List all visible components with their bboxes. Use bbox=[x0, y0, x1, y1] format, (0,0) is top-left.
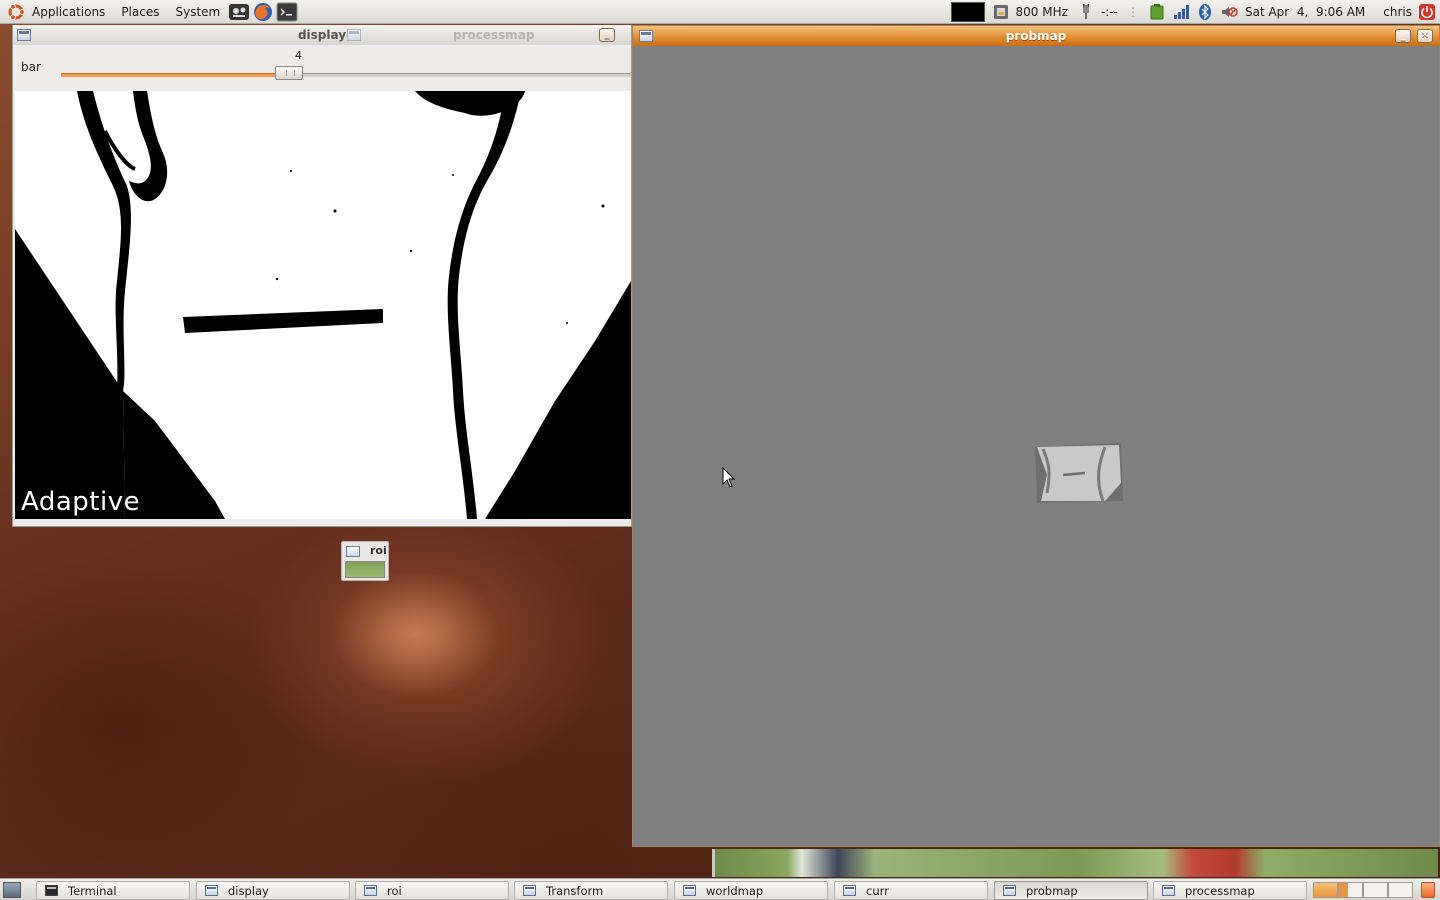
display-window: display processmap _ bar 4 Adaptive bbox=[12, 25, 632, 527]
taskbar-button-probmap[interactable]: probmap bbox=[994, 881, 1148, 900]
terminal-launcher-icon[interactable] bbox=[276, 1, 298, 23]
probmap-titlebar[interactable]: probmap _ ✕ bbox=[633, 26, 1439, 46]
window-icon bbox=[523, 885, 536, 896]
tray-separator: ⋮ bbox=[1126, 5, 1139, 19]
roi-label: roi bbox=[370, 544, 387, 557]
window-icon bbox=[843, 885, 856, 896]
trackbar-slider-handle[interactable] bbox=[275, 66, 303, 80]
power-plug-icon[interactable] bbox=[1071, 0, 1098, 24]
processmap-stacked-title[interactable]: processmap bbox=[347, 25, 617, 45]
battery-status-label: -:-- bbox=[1100, 5, 1118, 19]
show-desktop-icon[interactable] bbox=[3, 882, 21, 898]
probmap-window: probmap _ ✕ bbox=[632, 25, 1440, 847]
probmap-image-canvas bbox=[635, 46, 1437, 846]
menu-places[interactable]: Places bbox=[111, 0, 165, 24]
window-menu-icon[interactable] bbox=[639, 30, 653, 42]
roi-thumbnail bbox=[345, 561, 385, 578]
taskbar-button-label: Transform bbox=[546, 883, 604, 898]
probmap-window-title: probmap bbox=[1005, 29, 1067, 43]
display-titlebar[interactable]: display processmap _ bbox=[13, 25, 631, 45]
window-menu-icon bbox=[347, 29, 361, 41]
ubuntu-logo-icon[interactable] bbox=[6, 2, 26, 22]
display-image-canvas: Adaptive bbox=[15, 91, 631, 519]
volume-muted-icon[interactable] bbox=[1217, 0, 1241, 24]
menu-applications[interactable]: Applications bbox=[26, 0, 111, 24]
probmap-region bbox=[1035, 443, 1123, 503]
firefox-launcher-icon[interactable] bbox=[252, 1, 274, 23]
workspace-4[interactable] bbox=[1388, 882, 1413, 898]
taskbar-button-worldmap[interactable]: worldmap bbox=[674, 881, 828, 900]
window-icon bbox=[205, 885, 218, 896]
workspace-1[interactable] bbox=[1313, 882, 1338, 898]
taskbar-button-processmap[interactable]: processmap bbox=[1153, 881, 1307, 900]
taskbar-button-terminal[interactable]: Terminal bbox=[36, 881, 190, 900]
battery-icon[interactable] bbox=[1145, 0, 1169, 24]
system-tray: 800 MHz -:-- ⋮ Sat Apr 4, 9:06 AM chris bbox=[950, 0, 1440, 24]
workspace-2[interactable] bbox=[1338, 882, 1363, 898]
mouse-cursor-icon bbox=[722, 467, 736, 488]
workspace-3[interactable] bbox=[1363, 882, 1388, 898]
taskbar-button-display[interactable]: display bbox=[196, 881, 350, 900]
trash-icon[interactable] bbox=[1421, 882, 1435, 898]
terminal-icon bbox=[45, 885, 58, 896]
trackbar-label: bar bbox=[21, 60, 41, 74]
menu-system[interactable]: System bbox=[165, 0, 226, 24]
adaptive-threshold-image bbox=[15, 91, 631, 519]
taskbar-button-label: processmap bbox=[1185, 883, 1255, 898]
user-name[interactable]: chris bbox=[1373, 0, 1415, 24]
bluetooth-icon[interactable] bbox=[1193, 0, 1217, 24]
gimp-launcher-icon[interactable] bbox=[228, 1, 250, 23]
trackbar-fill bbox=[61, 73, 289, 77]
taskbar-button-label: display bbox=[228, 883, 269, 898]
trackbar-value: 4 bbox=[295, 49, 302, 62]
taskbar-button-transform[interactable]: Transform bbox=[514, 881, 668, 900]
taskbar-button-label: roi bbox=[387, 883, 402, 898]
cpu-freq-icon[interactable] bbox=[989, 0, 1013, 24]
clock[interactable]: Sat Apr 4, 9:06 AM bbox=[1241, 0, 1373, 24]
overlay-label: Adaptive bbox=[21, 487, 141, 517]
bottom-taskbar: Terminal display roi Transform worldmap curr p… bbox=[0, 878, 1440, 900]
taskbar-button-label: worldmap bbox=[706, 883, 764, 898]
window-menu-icon bbox=[346, 546, 360, 557]
window-icon bbox=[1162, 885, 1175, 896]
taskbar-button-label: probmap bbox=[1026, 883, 1078, 898]
tray-black-applet[interactable] bbox=[950, 2, 985, 22]
taskbar-button-curr[interactable]: curr bbox=[834, 881, 988, 900]
shutdown-icon[interactable] bbox=[1415, 0, 1440, 24]
cpu-freq-label: 800 MHz bbox=[1015, 5, 1068, 19]
window-icon bbox=[1003, 885, 1016, 896]
wireless-signal-icon[interactable] bbox=[1169, 0, 1193, 24]
workspace-switcher[interactable] bbox=[1313, 882, 1413, 898]
taskbar-button-label: curr bbox=[866, 883, 889, 898]
processmap-title-text: processmap bbox=[453, 28, 535, 42]
roi-minimized-window[interactable]: roi bbox=[341, 541, 389, 581]
window-icon bbox=[683, 885, 696, 896]
window-icon bbox=[364, 885, 377, 896]
trackbar-row: bar 4 bbox=[13, 45, 631, 91]
close-icon[interactable]: ✕ bbox=[1417, 29, 1433, 43]
minimize-icon[interactable]: _ bbox=[1395, 29, 1411, 43]
trackbar-track[interactable] bbox=[61, 73, 631, 77]
top-panel: Applications Places System 800 MHz -:-- … bbox=[0, 0, 1440, 24]
background-window-strip[interactable] bbox=[712, 849, 1438, 877]
window-menu-icon[interactable] bbox=[17, 29, 31, 41]
taskbar-button-label: Terminal bbox=[68, 883, 117, 898]
taskbar-button-roi[interactable]: roi bbox=[355, 881, 509, 900]
minimize-icon[interactable]: _ bbox=[599, 28, 615, 42]
